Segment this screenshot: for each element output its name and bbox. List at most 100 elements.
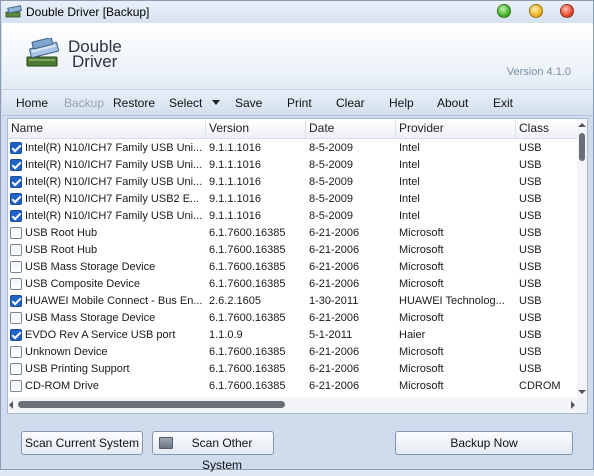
toolbar-home[interactable]: Home	[16, 96, 48, 110]
cell-provider: Microsoft	[399, 380, 444, 392]
cell-date: 6-21-2006	[309, 346, 360, 358]
app-icon	[5, 5, 22, 18]
col-provider[interactable]: Provider	[396, 119, 516, 139]
cell-date: 6-21-2006	[309, 363, 360, 375]
column-header: Name Version Date Provider Class	[8, 119, 578, 139]
row-checkbox[interactable]	[10, 227, 22, 239]
toolbar-exit[interactable]: Exit	[493, 96, 513, 110]
row-checkbox[interactable]	[10, 193, 22, 205]
row-checkbox[interactable]	[10, 210, 22, 222]
toolbar-save[interactable]: Save	[235, 96, 262, 110]
table-row[interactable]: USB Root Hub 6.1.7600.16385 6-21-2006 Micro…	[8, 242, 578, 259]
app-header: Double Driver Version 4.1.0	[2, 23, 593, 89]
row-checkbox[interactable]	[10, 380, 22, 392]
table-row[interactable]: HUAWEI Mobile Connect - Bus En... 2.6.2.1…	[8, 293, 578, 310]
cell-provider: Microsoft	[399, 312, 444, 324]
cell-class: USB	[519, 142, 542, 154]
cell-version: 9.1.1.1016	[209, 210, 261, 222]
row-checkbox[interactable]	[10, 142, 22, 154]
cell-provider: Microsoft	[399, 363, 444, 375]
scroll-corner	[577, 397, 587, 413]
cell-version: 2.6.2.1605	[209, 295, 261, 307]
row-checkbox[interactable]	[10, 244, 22, 256]
vertical-scroll-thumb[interactable]	[579, 133, 585, 161]
scroll-down-icon[interactable]	[578, 390, 586, 394]
cell-class: USB	[519, 244, 542, 256]
cell-provider: Haier	[399, 329, 426, 341]
horizontal-scrollbar[interactable]	[8, 397, 578, 413]
cell-version: 9.1.1.1016	[209, 142, 261, 154]
cell-name: Unknown Device	[25, 346, 108, 358]
cell-class: USB	[519, 278, 542, 290]
backup-now-button[interactable]: Backup Now	[395, 431, 573, 455]
cell-date: 1-30-2011	[309, 295, 359, 307]
row-checkbox[interactable]	[10, 329, 22, 341]
cell-class: USB	[519, 312, 542, 324]
cell-provider: Microsoft	[399, 244, 444, 256]
row-checkbox[interactable]	[10, 278, 22, 290]
scan-current-system-button[interactable]: Scan Current System	[21, 431, 143, 455]
scroll-left-icon[interactable]	[9, 401, 13, 409]
table-row[interactable]: Intel(R) N10/ICH7 Family USB Uni... 9.1.1…	[8, 174, 578, 191]
row-checkbox[interactable]	[10, 159, 22, 171]
cell-class: CDROM	[519, 380, 561, 392]
row-checkbox[interactable]	[10, 261, 22, 273]
cell-name: USB Root Hub	[25, 227, 98, 239]
title-bar: Double Driver [Backup]	[1, 1, 593, 23]
cell-date: 6-21-2006	[309, 227, 360, 239]
table-row[interactable]: USB Mass Storage Device 6.1.7600.16385 6-2…	[8, 310, 578, 327]
cell-version: 6.1.7600.16385	[209, 278, 286, 290]
scroll-up-icon[interactable]	[578, 123, 586, 127]
col-date[interactable]: Date	[306, 119, 396, 139]
row-checkbox[interactable]	[10, 176, 22, 188]
table-row[interactable]: Unknown Device 6.1.7600.16385 6-21-2006 Mic…	[8, 344, 578, 361]
row-checkbox[interactable]	[10, 363, 22, 375]
logo-line2: Driver	[72, 52, 118, 71]
row-checkbox[interactable]	[10, 295, 22, 307]
driver-rows: Intel(R) N10/ICH7 Family USB Uni... 9.1.1…	[8, 140, 578, 398]
cell-provider: Intel	[399, 142, 420, 154]
cell-class: USB	[519, 193, 542, 205]
close-button[interactable]	[560, 4, 574, 18]
table-row[interactable]: USB Printing Support 6.1.7600.16385 6-21-2…	[8, 361, 578, 378]
table-row[interactable]: Intel(R) N10/ICH7 Family USB2 E... 9.1.1.…	[8, 191, 578, 208]
toolbar-select[interactable]: Select	[169, 96, 202, 110]
minimize-button[interactable]	[529, 4, 543, 18]
maximize-button[interactable]	[497, 4, 511, 18]
table-row[interactable]: CD-ROM Drive 6.1.7600.16385 6-21-2006 Micro…	[8, 378, 578, 395]
logo-icon	[26, 38, 60, 67]
cell-name: USB Root Hub	[25, 244, 98, 256]
table-row[interactable]: Intel(R) N10/ICH7 Family USB Uni... 9.1.1…	[8, 208, 578, 225]
table-row[interactable]: Intel(R) N10/ICH7 Family USB Uni... 9.1.1…	[8, 157, 578, 174]
table-row[interactable]: EVDO Rev A Service USB port 1.1.0.9 5-1-20…	[8, 327, 578, 344]
row-checkbox[interactable]	[10, 312, 22, 324]
table-row[interactable]: USB Mass Storage Device 6.1.7600.16385 6-2…	[8, 259, 578, 276]
select-dropdown-icon[interactable]	[212, 100, 220, 105]
driver-list[interactable]: Name Version Date Provider Class Intel(R…	[7, 118, 588, 414]
col-name[interactable]: Name	[8, 119, 206, 139]
table-row[interactable]: USB Root Hub 6.1.7600.16385 6-21-2006 Micro…	[8, 225, 578, 242]
toolbar-about[interactable]: About	[437, 96, 468, 110]
row-checkbox[interactable]	[10, 346, 22, 358]
cell-date: 6-21-2006	[309, 261, 360, 273]
table-row[interactable]: USB Composite Device 6.1.7600.16385 6-21-2…	[8, 276, 578, 293]
vertical-scrollbar[interactable]	[577, 119, 587, 398]
cell-date: 8-5-2009	[309, 176, 354, 188]
cell-class: USB	[519, 295, 542, 307]
toolbar-help[interactable]: Help	[389, 96, 414, 110]
cell-date: 6-21-2006	[309, 278, 360, 290]
scan-other-system-button[interactable]: Scan Other System	[152, 431, 274, 472]
table-row[interactable]: Intel(R) N10/ICH7 Family USB Uni... 9.1.1…	[8, 140, 578, 157]
toolbar-clear[interactable]: Clear	[336, 96, 365, 110]
toolbar-print[interactable]: Print	[287, 96, 312, 110]
cell-provider: Intel	[399, 159, 420, 171]
cell-class: USB	[519, 176, 542, 188]
col-version[interactable]: Version	[206, 119, 306, 139]
scroll-right-icon[interactable]	[571, 401, 575, 409]
horizontal-scroll-thumb[interactable]	[18, 401, 285, 408]
cell-version: 1.1.0.9	[209, 329, 243, 341]
cell-provider: Intel	[399, 193, 420, 205]
toolbar-restore[interactable]: Restore	[113, 96, 155, 110]
toolbar: Home Backup Restore Select Save Print Cl…	[2, 89, 593, 116]
col-class[interactable]: Class	[516, 119, 578, 139]
